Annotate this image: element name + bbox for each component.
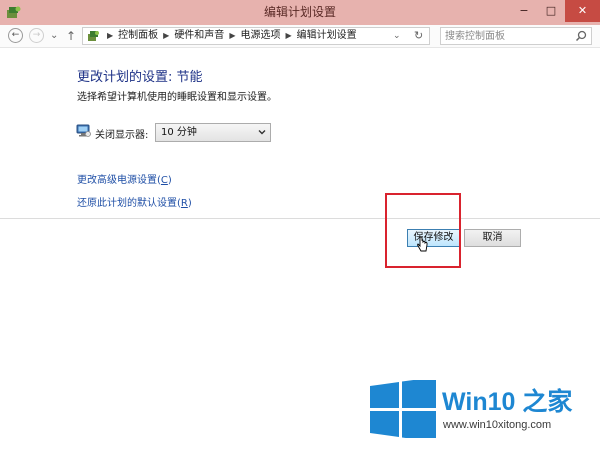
display-off-label: 关闭显示器:: [95, 130, 149, 141]
control-panel-icon: [88, 31, 99, 41]
window-title: 编辑计划设置: [263, 5, 336, 19]
highlight-box: [385, 193, 461, 268]
address-bar[interactable]: ▶ 控制面板 ▶ 硬件和声音 ▶ 电源选项 ▶ 编辑计划设置 ⌄ ↻: [82, 27, 430, 45]
close-button[interactable]: ✕: [565, 0, 600, 22]
minimize-button[interactable]: −: [511, 0, 537, 22]
breadcrumb-edit-plan[interactable]: 编辑计划设置: [297, 30, 357, 41]
watermark-url: www.win10xitong.com: [443, 419, 552, 431]
breadcrumb-separator-icon: ▶: [107, 31, 114, 40]
title-bar: 编辑计划设置 − □ ✕: [0, 0, 600, 25]
watermark-brand: Win10 之家: [442, 388, 573, 416]
mouse-cursor-icon: [417, 236, 428, 252]
page-subtitle: 选择希望计算机使用的睡眠设置和显示设置。: [77, 92, 277, 103]
back-button[interactable]: ←: [8, 28, 23, 43]
cancel-button[interactable]: 取消: [464, 229, 521, 247]
breadcrumb: ▶ 控制面板 ▶ 硬件和声音 ▶ 电源选项 ▶ 编辑计划设置: [102, 28, 357, 44]
search-input[interactable]: [445, 29, 571, 43]
chevron-down-icon: [258, 130, 266, 135]
breadcrumb-separator-icon[interactable]: ▶: [229, 31, 235, 40]
breadcrumb-control-panel[interactable]: 控制面板: [118, 30, 158, 41]
breadcrumb-hardware-sound[interactable]: 硬件和声音: [174, 30, 224, 41]
display-off-value: 10 分钟: [161, 127, 197, 138]
up-button[interactable]: ↑: [66, 27, 76, 45]
forward-button[interactable]: →: [29, 28, 44, 43]
search-icon[interactable]: [575, 30, 587, 42]
display-off-select[interactable]: 10 分钟: [155, 123, 271, 142]
windows-logo-icon: [370, 380, 436, 438]
divider: [0, 218, 600, 219]
advanced-power-settings-link[interactable]: 更改高级电源设置(C): [77, 171, 172, 186]
breadcrumb-power-options[interactable]: 电源选项: [240, 30, 280, 41]
restore-defaults-link[interactable]: 还原此计划的默认设置(R): [77, 194, 192, 209]
breadcrumb-separator-icon[interactable]: ▶: [285, 31, 291, 40]
page-title: 更改计划的设置: 节能: [77, 70, 203, 85]
address-dropdown-icon[interactable]: ⌄: [393, 28, 401, 44]
refresh-icon[interactable]: ↻: [414, 28, 423, 44]
monitor-icon: [76, 124, 91, 137]
breadcrumb-separator-icon[interactable]: ▶: [163, 31, 169, 40]
search-box[interactable]: [440, 27, 592, 45]
navigation-bar: ← → ⌄ ↑ ▶ 控制面板 ▶ 硬件和声音 ▶ 电源选项 ▶ 编辑计划设置 ⌄ ↻: [0, 25, 600, 48]
watermark: Win10 之家 www.win10xitong.com: [366, 378, 600, 450]
maximize-button[interactable]: □: [538, 0, 564, 22]
recent-locations-icon[interactable]: ⌄: [50, 27, 58, 45]
